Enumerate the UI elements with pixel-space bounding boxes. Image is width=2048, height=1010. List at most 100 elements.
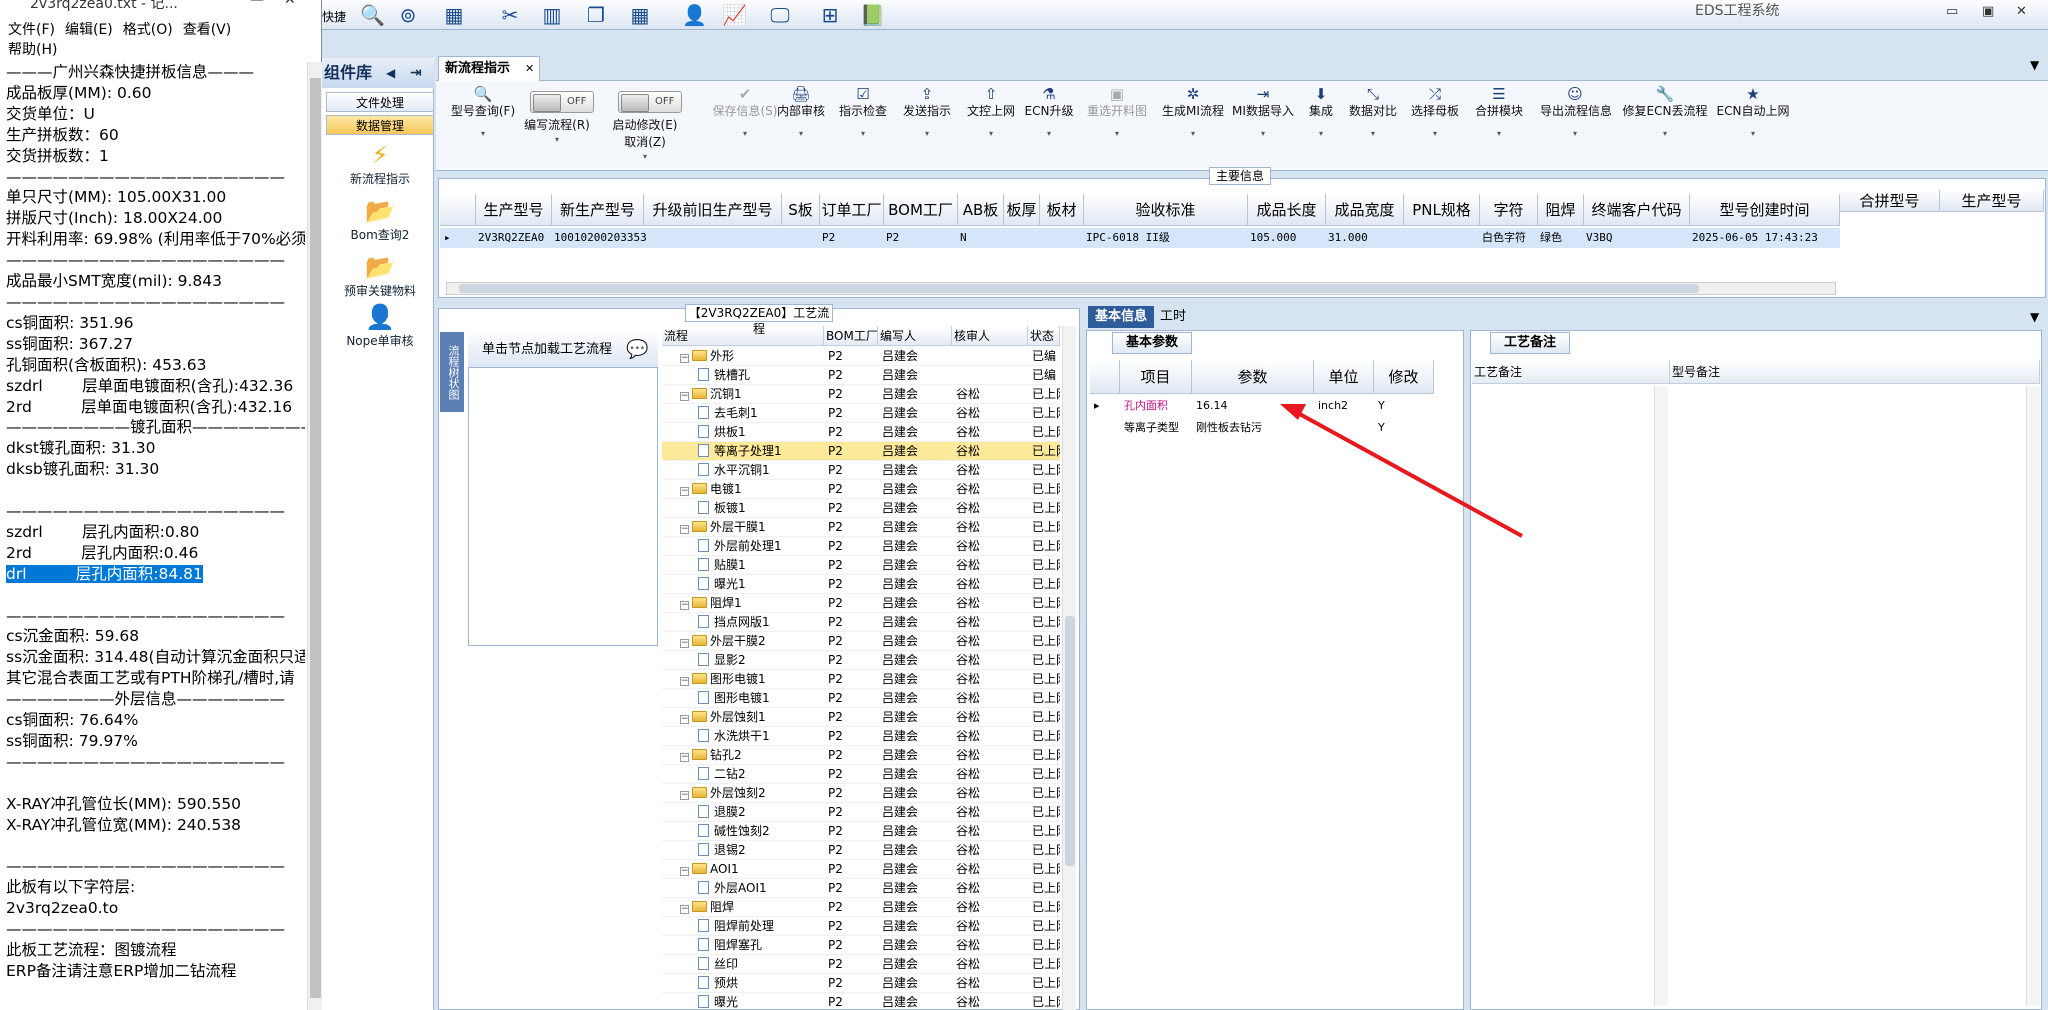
ribbon-button[interactable]: ✲ 生成MI流程 ▾ <box>1158 86 1228 138</box>
grid-col-header[interactable]: PNL规格 <box>1404 194 1480 226</box>
param-col-header[interactable]: 修改 <box>1374 360 1434 394</box>
collapse-icon[interactable]: − <box>680 525 689 534</box>
tree-row[interactable]: 阻焊前处理 P2 吕建会 谷松 已上网 <box>662 917 1060 936</box>
collapse-icon[interactable]: − <box>680 791 689 800</box>
tree-node[interactable]: 铣槽孔 <box>698 366 824 385</box>
table-icon[interactable]: ▦ <box>442 3 466 27</box>
nope-review-item[interactable]: 👤 Nope单审核 <box>326 304 434 349</box>
tree-row[interactable]: 挡点网版1 P2 吕建会 谷松 已上网 <box>662 613 1060 632</box>
monitor-icon[interactable]: 🖵 <box>768 3 792 27</box>
tree-row[interactable]: 曝光1 P2 吕建会 谷松 已上网 <box>662 575 1060 594</box>
tree-node[interactable]: 等离子处理1 <box>698 442 824 461</box>
pin-icon[interactable]: ⇥ <box>410 58 422 88</box>
tree-node[interactable]: 显影2 <box>698 651 824 670</box>
new-process-item[interactable]: ⚡ 新流程指示 <box>326 142 434 187</box>
tree-node[interactable]: − 外形 <box>680 347 824 366</box>
tree-node[interactable]: − 电镀1 <box>680 480 824 499</box>
tree-node[interactable]: − 外层蚀刻2 <box>680 784 824 803</box>
chevron-down-icon[interactable]: ▾ <box>1338 129 1408 138</box>
tree-node[interactable]: 图形电镀1 <box>698 689 824 708</box>
grid-col-header[interactable]: 订单工厂 <box>820 194 884 226</box>
grid-cell[interactable] <box>1406 228 1480 248</box>
chevron-down-icon[interactable]: ▾ <box>1400 129 1470 138</box>
toggle-switch[interactable]: OFF <box>530 91 594 113</box>
tree-col-header[interactable]: 流程 <box>662 326 824 346</box>
tree-row[interactable]: 曝光 P2 吕建会 谷松 已上网 <box>662 993 1060 1010</box>
grid-cell[interactable] <box>1042 228 1084 248</box>
tab-new-process[interactable]: 新流程指示 ✕ <box>438 56 540 81</box>
tree-node[interactable]: − 外层干膜1 <box>680 518 824 537</box>
param-cell[interactable]: 刚性板去钻污 <box>1196 418 1314 438</box>
grid-col-header[interactable]: 生产型号 <box>1940 190 2044 212</box>
row-selector[interactable]: ▸ <box>1092 396 1118 416</box>
ribbon-button[interactable]: ☰ 合拼模块 ▾ <box>1464 86 1534 138</box>
user-icon[interactable]: 👤 <box>682 3 707 27</box>
tree-node[interactable]: 去毛刺1 <box>698 404 824 423</box>
tree-node[interactable]: 退锡2 <box>698 841 824 860</box>
grid-col-header[interactable]: 型号创建时间 <box>1690 194 1840 226</box>
tree-scrollbar[interactable] <box>1062 326 1076 1010</box>
chevron-down-icon[interactable]: ▾ <box>1540 129 1610 138</box>
notepad-text-area[interactable]: ———广州兴森快捷拼板信息——— 成品板厚(MM): 0.60 交货单位：U 生产拼板… <box>0 62 305 1010</box>
notes-scrollbar[interactable] <box>1654 386 1668 1006</box>
scrollbar-thumb[interactable] <box>310 78 321 998</box>
tree-node[interactable]: 水洗烘干1 <box>698 727 824 746</box>
tree-row[interactable]: 烘板1 P2 吕建会 谷松 已上网 <box>662 423 1060 442</box>
tree-row[interactable]: 阻焊塞孔 P2 吕建会 谷松 已上网 <box>662 936 1060 955</box>
param-cell[interactable]: inch2 <box>1318 396 1374 416</box>
param-col-header[interactable]: 参数 <box>1192 360 1314 394</box>
chevron-down-icon[interactable]: ▾ <box>892 129 962 138</box>
tree-row[interactable]: − 电镀1 P2 吕建会 谷松 已上网 <box>662 480 1060 499</box>
menu-item[interactable]: 帮助(H) <box>8 42 57 58</box>
tree-row[interactable]: 贴膜1 P2 吕建会 谷松 已上网 <box>662 556 1060 575</box>
restore-icon[interactable]: ▣ <box>1982 4 1994 19</box>
grid-col-header[interactable]: 合拼型号 <box>1840 190 1940 212</box>
windows-icon[interactable]: ⊞ <box>818 3 842 27</box>
grid-col-header[interactable]: S板 <box>782 194 820 226</box>
tree-row[interactable]: − 外形 P2 吕建会 已编 <box>662 347 1060 366</box>
tree-row[interactable]: − 沉铜1 P2 吕建会 谷松 已上网 <box>662 385 1060 404</box>
chevron-down-icon[interactable]: ▾ <box>1698 129 1808 138</box>
search-icon[interactable]: 🔍 <box>360 3 385 27</box>
collapse-icon[interactable]: − <box>680 867 689 876</box>
param-cell[interactable]: Y <box>1378 396 1434 416</box>
copy-icon[interactable]: ❐ <box>584 3 608 27</box>
ribbon-button[interactable]: ⇪ 发送指示 ▾ <box>892 86 962 138</box>
grid-cell[interactable]: 2025-06-05 17:43:23 <box>1692 228 1840 248</box>
tree-row[interactable]: 退锡2 P2 吕建会 谷松 已上网 <box>662 841 1060 860</box>
tree-node[interactable]: 烘板1 <box>698 423 824 442</box>
ribbon-button[interactable]: ⚗ ECN升级 ▾ <box>1014 86 1084 138</box>
tree-node[interactable]: 外层AOI1 <box>698 879 824 898</box>
grid-cell[interactable]: 绿色 <box>1540 228 1584 248</box>
ribbon-button[interactable]: ⤮ 选择母板 ▾ <box>1400 86 1470 138</box>
tree-row[interactable]: 水平沉铜1 P2 吕建会 谷松 已上网 <box>662 461 1060 480</box>
book-icon[interactable]: 📗 <box>860 3 885 27</box>
tree-row[interactable]: 碱性蚀刻2 P2 吕建会 谷松 已上网 <box>662 822 1060 841</box>
grid-col-header[interactable]: 终端客户代码 <box>1584 194 1690 226</box>
model-notes-scrollbar[interactable] <box>2026 386 2040 1006</box>
tree-node[interactable]: 挡点网版1 <box>698 613 824 632</box>
ribbon-button[interactable]: 启动修改(E) 取消(Z) ▾ <box>590 116 700 161</box>
grid-col-header[interactable]: 阻焊 <box>1538 194 1584 226</box>
grid-cell[interactable]: 2V3RQ2ZEA0 <box>478 228 552 248</box>
tree-row[interactable]: − 阻焊 P2 吕建会 谷松 已上网 <box>662 898 1060 917</box>
tree-node[interactable]: 水平沉铜1 <box>698 461 824 480</box>
grid-cell[interactable]: N <box>960 228 1004 248</box>
process-tree-sidebar-tab[interactable]: 流程树状图 <box>440 332 464 412</box>
minimize-icon[interactable]: — <box>250 0 264 7</box>
chevron-down-icon[interactable]: ▾ <box>1082 129 1152 138</box>
toggle-switch[interactable]: OFF <box>618 91 682 113</box>
grid-col-header[interactable]: 验收标准 <box>1084 194 1248 226</box>
menu-item[interactable]: 格式(O) <box>123 22 173 38</box>
tab-work-hours[interactable]: 工时 <box>1160 306 1186 328</box>
tree-node[interactable]: − 阻焊1 <box>680 594 824 613</box>
tree-col-header[interactable]: 核审人 <box>952 326 1028 346</box>
grid-cell[interactable] <box>1006 228 1040 248</box>
collapse-icon[interactable]: − <box>680 905 689 914</box>
grid-col-header[interactable]: 成品宽度 <box>1326 194 1404 226</box>
ribbon-button[interactable]: ⤡ 数据对比 ▾ <box>1338 86 1408 138</box>
tree-row[interactable]: 丝印 P2 吕建会 谷松 已上网 <box>662 955 1060 974</box>
close-icon[interactable]: ✕ <box>525 57 534 81</box>
grid-cell[interactable]: P2 <box>886 228 958 248</box>
grid-col-header[interactable]: AB板 <box>958 194 1004 226</box>
